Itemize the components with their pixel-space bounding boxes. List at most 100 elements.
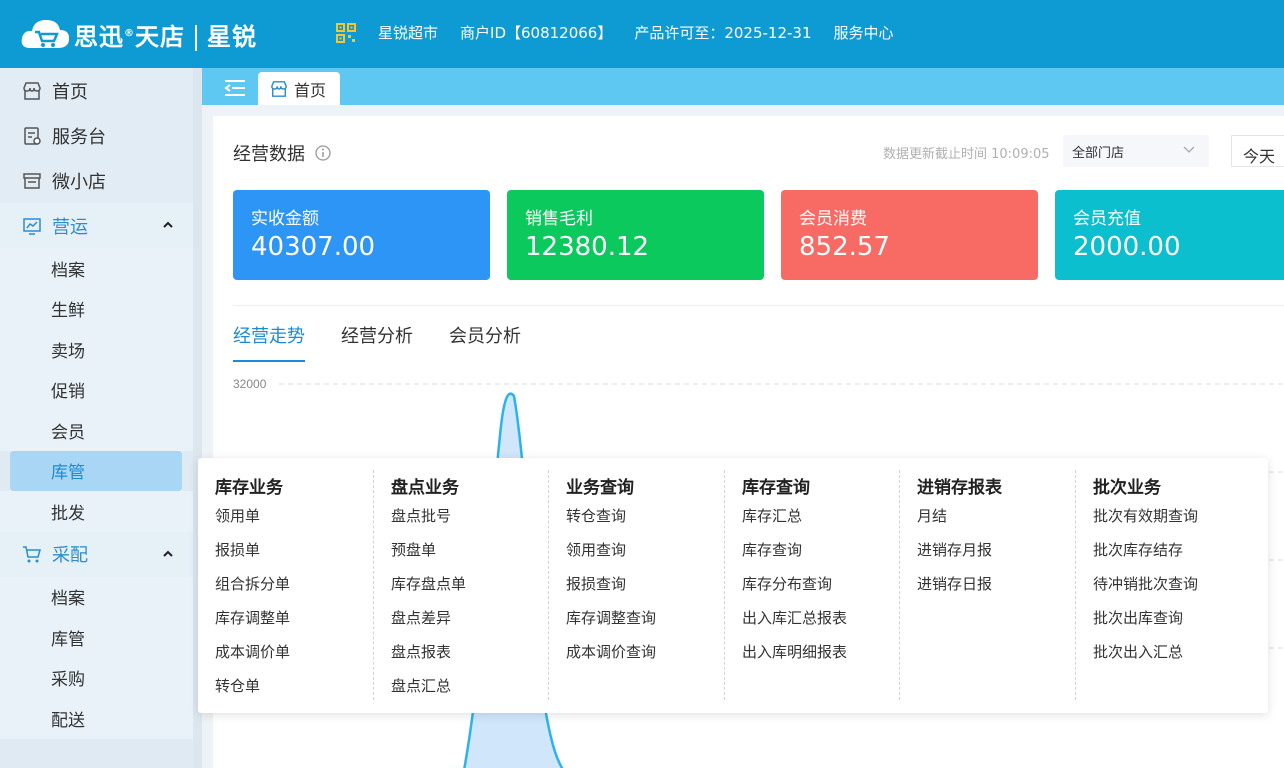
chart-icon: [23, 217, 41, 235]
menu-item[interactable]: 盘点汇总: [374, 671, 548, 705]
sidebar-item-distribution[interactable]: 配送: [0, 698, 202, 739]
brand-main: 思迅: [74, 22, 124, 51]
sidebar: 首页 服务台 微小店 营运 档案 生鲜 卖场 促销 会员 库管 批发 采配 档案…: [0, 68, 202, 768]
sidebar-item-label: 批发: [51, 503, 85, 524]
stat-card-member-recharge[interactable]: 会员充值 2000.00: [1055, 190, 1284, 280]
brand-product: 星锐: [207, 22, 257, 51]
chevron-down-icon: [1183, 146, 1195, 153]
store-name[interactable]: 星锐超市: [378, 22, 438, 43]
license-expiry: 产品许可至：2025-12-31: [634, 24, 812, 42]
sidebar-item-member[interactable]: 会员: [0, 410, 202, 451]
menu-item[interactable]: 批次出库查询: [1076, 603, 1265, 637]
menu-column-title: 库存业务: [215, 478, 283, 498]
y-tick-label: 32000: [233, 377, 267, 391]
chevron-up-icon[interactable]: [162, 549, 174, 559]
header-info: 星锐超市 商户ID【60812066】 产品许可至：2025-12-31 服务中…: [336, 22, 916, 43]
sidebar-item-archive[interactable]: 档案: [0, 248, 202, 289]
sidebar-item-inventory[interactable]: 库管: [10, 450, 182, 491]
sidebar-item-promotion[interactable]: 促销: [0, 369, 202, 410]
sidebar-item-label: 促销: [51, 382, 85, 403]
menu-item[interactable]: 进销存日报: [900, 569, 1075, 603]
menu-item[interactable]: 组合拆分单: [198, 569, 373, 603]
menu-column-stocktake-business: 盘点业务 盘点批号 预盘单 库存盘点单 盘点差异 盘点报表 盘点汇总: [373, 470, 548, 700]
menu-item[interactable]: 盘点报表: [374, 637, 548, 671]
tab-home[interactable]: 首页: [258, 72, 340, 105]
tab-business-trend[interactable]: 经营走势: [233, 322, 305, 362]
menu-item[interactable]: 成本调价单: [198, 637, 373, 671]
sidebar-item-home[interactable]: 首页: [0, 68, 202, 113]
menu-item[interactable]: 预盘单: [374, 535, 548, 569]
divider: [233, 305, 1284, 306]
sidebar-item-label: 会员: [51, 422, 85, 443]
stat-card-member-spend[interactable]: 会员消费 852.57: [781, 190, 1038, 280]
menu-item[interactable]: 报损单: [198, 535, 373, 569]
menu-column-inventory-business: 库存业务 领用单 报损单 组合拆分单 库存调整单 成本调价单 转仓单: [198, 470, 373, 700]
sidebar-item-purchase-archive[interactable]: 档案: [0, 576, 202, 617]
menu-item[interactable]: 批次出入汇总: [1076, 637, 1265, 671]
stat-card-received[interactable]: 实收金额 40307.00: [233, 190, 490, 280]
store-icon: [271, 80, 287, 97]
menu-item[interactable]: 待冲销批次查询: [1076, 569, 1265, 603]
merchant-id: 商户ID【60812066】: [460, 24, 613, 42]
menu-item[interactable]: 库存分布查询: [725, 569, 899, 603]
stat-card-gross-profit[interactable]: 销售毛利 12380.12: [507, 190, 764, 280]
store-icon: [23, 81, 41, 100]
dashboard-title: 经营数据: [233, 140, 331, 166]
tab-member-analysis[interactable]: 会员分析: [449, 322, 521, 362]
sidebar-item-wholesale[interactable]: 批发: [0, 491, 202, 532]
menu-column-business-query: 业务查询 转仓查询 领用查询 报损查询 库存调整查询 成本调价查询: [548, 470, 724, 700]
sidebar-item-mini-shop[interactable]: 微小店: [0, 158, 202, 203]
tab-business-analysis[interactable]: 经营分析: [341, 322, 413, 362]
qr-code-icon[interactable]: [336, 22, 356, 43]
store-select[interactable]: 全部门店: [1063, 135, 1209, 167]
menu-collapse-icon[interactable]: [224, 79, 246, 97]
menu-item[interactable]: 月结: [900, 501, 1075, 535]
menu-column-title: 盘点业务: [391, 478, 459, 498]
cart-icon: [23, 546, 41, 563]
sidebar-item-label: 采购: [51, 670, 85, 691]
sidebar-item-service-desk[interactable]: 服务台: [0, 113, 202, 158]
sidebar-item-floor[interactable]: 卖场: [0, 329, 202, 370]
menu-item[interactable]: 库存查询: [725, 535, 899, 569]
menu-item[interactable]: 转仓查询: [549, 501, 724, 535]
menu-item[interactable]: 成本调价查询: [549, 637, 724, 671]
service-center-link[interactable]: 服务中心: [834, 22, 894, 43]
menu-item[interactable]: 进销存月报: [900, 535, 1075, 569]
menu-item[interactable]: 盘点批号: [374, 501, 548, 535]
sidebar-item-label: 微小店: [52, 171, 106, 193]
sidebar-item-label: 配送: [51, 710, 85, 731]
menu-item[interactable]: 库存调整查询: [549, 603, 724, 637]
menu-item[interactable]: 批次有效期查询: [1076, 501, 1265, 535]
chevron-up-icon[interactable]: [162, 220, 174, 230]
menu-item[interactable]: 出入库明细报表: [725, 637, 899, 671]
sidebar-group-label: 采配: [52, 545, 88, 566]
period-button-today[interactable]: 今天: [1231, 135, 1284, 167]
menu-item[interactable]: 批次库存结存: [1076, 535, 1265, 569]
menu-item[interactable]: 出入库汇总报表: [725, 603, 899, 637]
brand-sub: 天店: [135, 22, 185, 51]
menu-item[interactable]: 报损查询: [549, 569, 724, 603]
tab-strip: 首页: [202, 68, 1284, 105]
inventory-mega-menu: 库存业务 领用单 报损单 组合拆分单 库存调整单 成本调价单 转仓单 盘点业务 …: [198, 458, 1268, 713]
menu-item[interactable]: 库存盘点单: [374, 569, 548, 603]
stat-label: 会员消费: [799, 209, 867, 229]
info-icon[interactable]: [315, 145, 331, 161]
menu-item[interactable]: 转仓单: [198, 671, 373, 705]
sidebar-group-operations[interactable]: 营运: [0, 203, 202, 248]
menu-item[interactable]: 库存调整单: [198, 603, 373, 637]
sidebar-item-fresh[interactable]: 生鲜: [0, 288, 202, 329]
sidebar-item-purchase-inventory[interactable]: 库管: [0, 617, 202, 658]
shop-icon: [23, 172, 41, 189]
stat-label: 销售毛利: [525, 209, 593, 229]
menu-item[interactable]: 库存汇总: [725, 501, 899, 535]
sidebar-item-procurement[interactable]: 采购: [0, 657, 202, 698]
brand-reg: ®: [124, 27, 135, 39]
stat-label: 会员充值: [1073, 209, 1141, 229]
menu-item[interactable]: 领用查询: [549, 535, 724, 569]
menu-item[interactable]: 盘点差异: [374, 603, 548, 637]
menu-item[interactable]: 领用单: [198, 501, 373, 535]
sidebar-item-label: 档案: [51, 260, 85, 281]
chart-tabs: 经营走势 经营分析 会员分析: [233, 322, 557, 362]
brand-logo: 思迅®天店 星锐: [20, 14, 257, 54]
sidebar-group-purchase[interactable]: 采配: [0, 531, 202, 577]
